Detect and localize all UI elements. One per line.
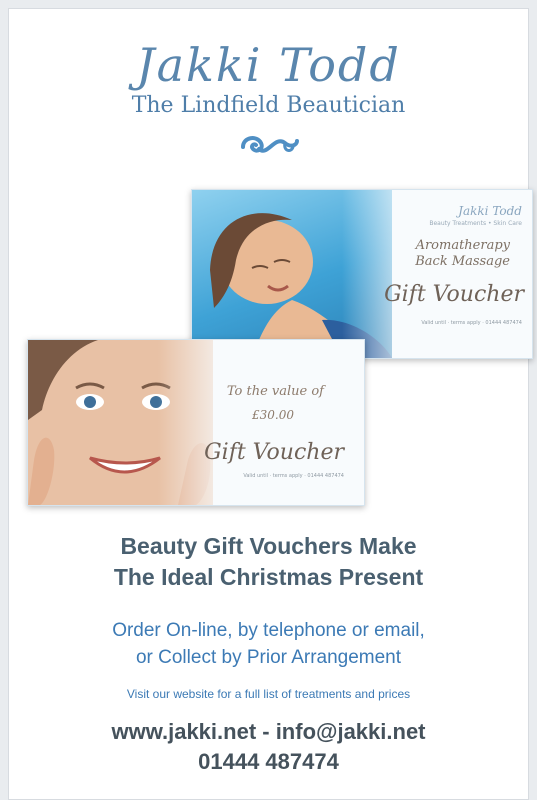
headline: Beauty Gift Vouchers Make The Ideal Chri…	[9, 531, 528, 593]
voucher-title: Gift Voucher	[204, 440, 344, 465]
brand-name: Jakki Todd	[136, 38, 401, 92]
gift-voucher-value: To the value of £30.00 Gift Voucher Vali…	[27, 339, 365, 506]
voucher-treatment: Aromatherapy Back Massage	[415, 238, 510, 270]
voucher-brand: Jakki Todd	[458, 204, 522, 218]
voucher-treatment-line2: Back Massage	[415, 254, 510, 269]
order-line1: Order On-line, by telephone or email,	[112, 620, 425, 641]
voucher-fine-print: Valid until · terms apply · 01444 487474	[421, 320, 522, 326]
voucher-title: Gift Voucher	[384, 282, 524, 307]
order-line2: or Collect by Prior Arrangement	[135, 647, 402, 668]
voucher-brand-sub: Beauty Treatments • Skin Care	[429, 220, 522, 227]
contact-web-email: www.jakki.net - info@jakki.net	[111, 719, 426, 744]
headline-line2: The Ideal Christmas Present	[113, 564, 424, 590]
swirl-ornament-icon	[239, 131, 301, 163]
gift-voucher-aromatherapy: Jakki Todd Beauty Treatments • Skin Care…	[191, 189, 533, 359]
website-note: Visit our website for a full list of tre…	[126, 687, 411, 701]
voucher-treatment-line1: Aromatherapy	[415, 238, 510, 253]
contact-phone: 01444 487474	[198, 749, 339, 774]
order-info: Order On-line, by telephone or email, or…	[9, 617, 528, 671]
voucher-amount: £30.00	[252, 408, 294, 422]
voucher-to-value: To the value of	[226, 384, 324, 399]
voucher-fine-print: Valid until · terms apply · 01444 487474	[243, 473, 344, 479]
contact-block: www.jakki.net - info@jakki.net 01444 487…	[9, 717, 528, 777]
headline-line1: Beauty Gift Vouchers Make	[120, 533, 417, 559]
advert-page: Jakki Todd The Lindfield Beautician Jakk…	[8, 8, 533, 800]
brand-header: Jakki Todd The Lindfield Beautician	[9, 39, 528, 119]
brand-subtitle: The Lindfield Beautician	[131, 93, 406, 118]
